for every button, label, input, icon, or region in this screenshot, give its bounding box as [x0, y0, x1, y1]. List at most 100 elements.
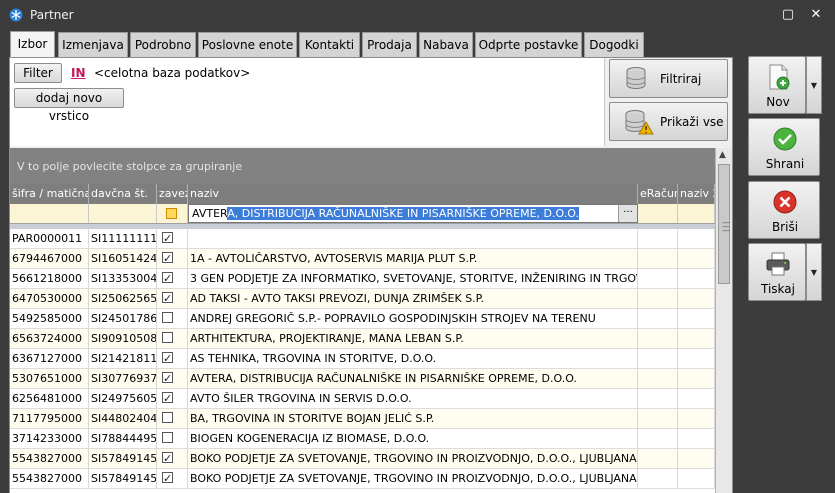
cell-naziv2[interactable] — [678, 309, 715, 328]
tab-podrobno[interactable]: Podrobno — [130, 32, 196, 57]
cell-naziv[interactable]: ARTHITEKTURA, PROJEKTIRANJE, MANA LEBAN … — [188, 329, 638, 348]
column-header-zavez[interactable]: zavez — [157, 184, 188, 204]
tab-kontakti[interactable]: Kontakti — [299, 32, 360, 57]
tab-odprte-postavke[interactable]: Odprte postavke — [475, 32, 582, 57]
table-row[interactable]: 6367127000SI21421811 AS TEHNIKA, TRGOVINA… — [10, 349, 715, 369]
cell-eracun[interactable] — [638, 389, 678, 408]
filter-operator[interactable]: IN — [71, 66, 86, 80]
cell-davcna[interactable]: SI78844495 — [89, 429, 157, 448]
show-all-button[interactable]: Prikaži vse — [609, 102, 728, 141]
cell-eracun[interactable] — [638, 469, 678, 488]
cell-sifra[interactable]: 6256481000 — [10, 389, 89, 408]
table-row[interactable]: 6563724000 SI90910508 ARTHITEKTURA, PROJEK… — [10, 329, 715, 349]
cell-naziv[interactable]: BA, TRGOVINA IN STORITVE BOJAN JELIĆ S.P… — [188, 409, 638, 428]
cell-davcna[interactable]: SI24975605 — [89, 389, 157, 408]
cell-naziv[interactable]: ANDREJ GREGORIČ S.P.- POPRAVILO GOSPODIN… — [188, 309, 638, 328]
apply-filter-button[interactable]: Filtriraj — [609, 59, 728, 98]
zavez-checkbox[interactable] — [162, 469, 173, 488]
cell-zavez[interactable] — [157, 449, 188, 468]
filter-cell-naziv[interactable]: AVTERA, DISTRIBUCIJA RAČUNALNIŠKE IN PIS… — [188, 204, 638, 223]
zavez-checkbox[interactable] — [162, 289, 173, 308]
cell-naziv[interactable]: AVTERA, DISTRIBUCIJA RAČUNALNIŠKE IN PIS… — [188, 369, 638, 388]
cell-sifra[interactable]: PAR0000011 — [10, 229, 89, 248]
cell-naziv2[interactable] — [678, 229, 715, 248]
table-row[interactable]: 7117795000 SI44802404 BA, TRGOVINA IN STOR… — [10, 409, 715, 429]
filter-checkbox[interactable] — [166, 208, 177, 219]
table-row[interactable]: 3714233000 SI78844495 BIOGEN KOGENERACIJA … — [10, 429, 715, 449]
cell-davcna[interactable]: SI13353004 — [89, 269, 157, 288]
cell-zavez[interactable] — [157, 309, 188, 328]
filter-cell-sifra[interactable] — [10, 204, 89, 223]
cell-zavez[interactable] — [157, 429, 188, 448]
table-row[interactable]: 5307651000SI30776937 AVTERA, DISTRIBUCIJA… — [10, 369, 715, 389]
cell-eracun[interactable] — [638, 369, 678, 388]
cell-naziv2[interactable] — [678, 469, 715, 488]
add-row-button[interactable]: dodaj novo vrstico — [14, 88, 124, 123]
cell-davcna[interactable]: SI25062565 — [89, 289, 157, 308]
new-dropdown-arrow[interactable]: ▼ — [806, 56, 822, 114]
cell-naziv2[interactable] — [678, 369, 715, 388]
zavez-checkbox[interactable] — [162, 349, 173, 368]
cell-davcna[interactable]: SI30776937 — [89, 369, 157, 388]
cell-eracun[interactable] — [638, 249, 678, 268]
cell-eracun[interactable] — [638, 429, 678, 448]
cell-naziv[interactable]: BOKO PODJETJE ZA SVETOVANJE, TRGOVINO IN… — [188, 469, 638, 488]
cell-zavez[interactable] — [157, 409, 188, 428]
cell-naziv2[interactable] — [678, 429, 715, 448]
cell-eracun[interactable] — [638, 409, 678, 428]
table-row[interactable]: 5661218000SI13353004 3 GEN PODJETJE ZA IN… — [10, 269, 715, 289]
cell-naziv[interactable]: AD TAKSI - AVTO TAKSI PREVOZI, DUNJA ZRI… — [188, 289, 638, 308]
cell-davcna[interactable]: SI21421811 — [89, 349, 157, 368]
cell-naziv2[interactable] — [678, 409, 715, 428]
cell-zavez[interactable] — [157, 229, 188, 248]
cell-naziv[interactable]: BIOGEN KOGENERACIJA IZ BIOMASE, D.O.O. — [188, 429, 638, 448]
table-row[interactable]: 6794467000SI16051424 1A - AVTOLIČARSTVO, … — [10, 249, 715, 269]
zavez-checkbox[interactable] — [162, 412, 173, 423]
cell-sifra[interactable]: 5307651000 — [10, 369, 89, 388]
zavez-checkbox[interactable] — [162, 432, 173, 443]
cell-naziv2[interactable] — [678, 449, 715, 468]
cell-sifra[interactable]: 5543827000 — [10, 449, 89, 468]
cell-naziv[interactable]: AS TEHNIKA, TRGOVINA IN STORITVE, D.O.O. — [188, 349, 638, 368]
zavez-checkbox[interactable] — [162, 269, 173, 288]
table-row[interactable]: 6470530000SI25062565 AD TAKSI - AVTO TAKS… — [10, 289, 715, 309]
tab-izmenjava[interactable]: Izmenjava — [58, 32, 128, 57]
cell-zavez[interactable] — [157, 289, 188, 308]
cell-davcna[interactable]: SI57849145 — [89, 469, 157, 488]
cell-zavez[interactable] — [157, 369, 188, 388]
cell-davcna[interactable]: SI57849145 — [89, 449, 157, 468]
cell-sifra[interactable]: 5661218000 — [10, 269, 89, 288]
scroll-up-icon[interactable]: ▲ — [719, 150, 726, 160]
cell-sifra[interactable]: 6563724000 — [10, 329, 89, 348]
zavez-checkbox[interactable] — [162, 389, 173, 408]
filter-cell-naziv2[interactable] — [678, 204, 715, 223]
cell-zavez[interactable] — [157, 269, 188, 288]
cell-davcna[interactable]: SI44802404 — [89, 409, 157, 428]
column-header-eracun[interactable]: eRačun — [638, 184, 678, 204]
cell-naziv[interactable]: 1A - AVTOLIČARSTVO, AVTOSERVIS MARIJA PL… — [188, 249, 638, 268]
tab-dogodki[interactable]: Dogodki — [584, 32, 644, 57]
column-header-davcna[interactable]: davčna št. — [89, 184, 157, 204]
cell-eracun[interactable] — [638, 269, 678, 288]
ellipsis-button[interactable]: ··· — [618, 205, 637, 222]
filter-button[interactable]: Filter — [14, 63, 62, 83]
cell-naziv[interactable]: BOKO PODJETJE ZA SVETOVANJE, TRGOVINO IN… — [188, 449, 638, 468]
column-header-naziv2[interactable]: naziv 2 — [678, 184, 715, 204]
column-header-sifra[interactable]: šifra / matična — [10, 184, 89, 204]
tab-nabava[interactable]: Nabava — [419, 32, 473, 57]
cell-eracun[interactable] — [638, 349, 678, 368]
cell-zavez[interactable] — [157, 249, 188, 268]
save-button[interactable]: Shrani — [748, 118, 820, 176]
zavez-checkbox[interactable] — [162, 312, 173, 323]
zavez-checkbox[interactable] — [162, 332, 173, 343]
filter-naziv-input[interactable]: AVTERA, DISTRIBUCIJA RAČUNALNIŠKE IN PIS… — [192, 207, 579, 220]
zavez-checkbox[interactable] — [162, 449, 173, 468]
cell-zavez[interactable] — [157, 389, 188, 408]
filter-value[interactable]: <celotna baza podatkov> — [94, 66, 250, 80]
cell-zavez[interactable] — [157, 469, 188, 488]
delete-button[interactable]: Briši — [748, 181, 820, 239]
cell-naziv2[interactable] — [678, 349, 715, 368]
cell-sifra[interactable]: 5492585000 — [10, 309, 89, 328]
filter-cell-zavez[interactable] — [157, 204, 188, 223]
cell-eracun[interactable] — [638, 329, 678, 348]
